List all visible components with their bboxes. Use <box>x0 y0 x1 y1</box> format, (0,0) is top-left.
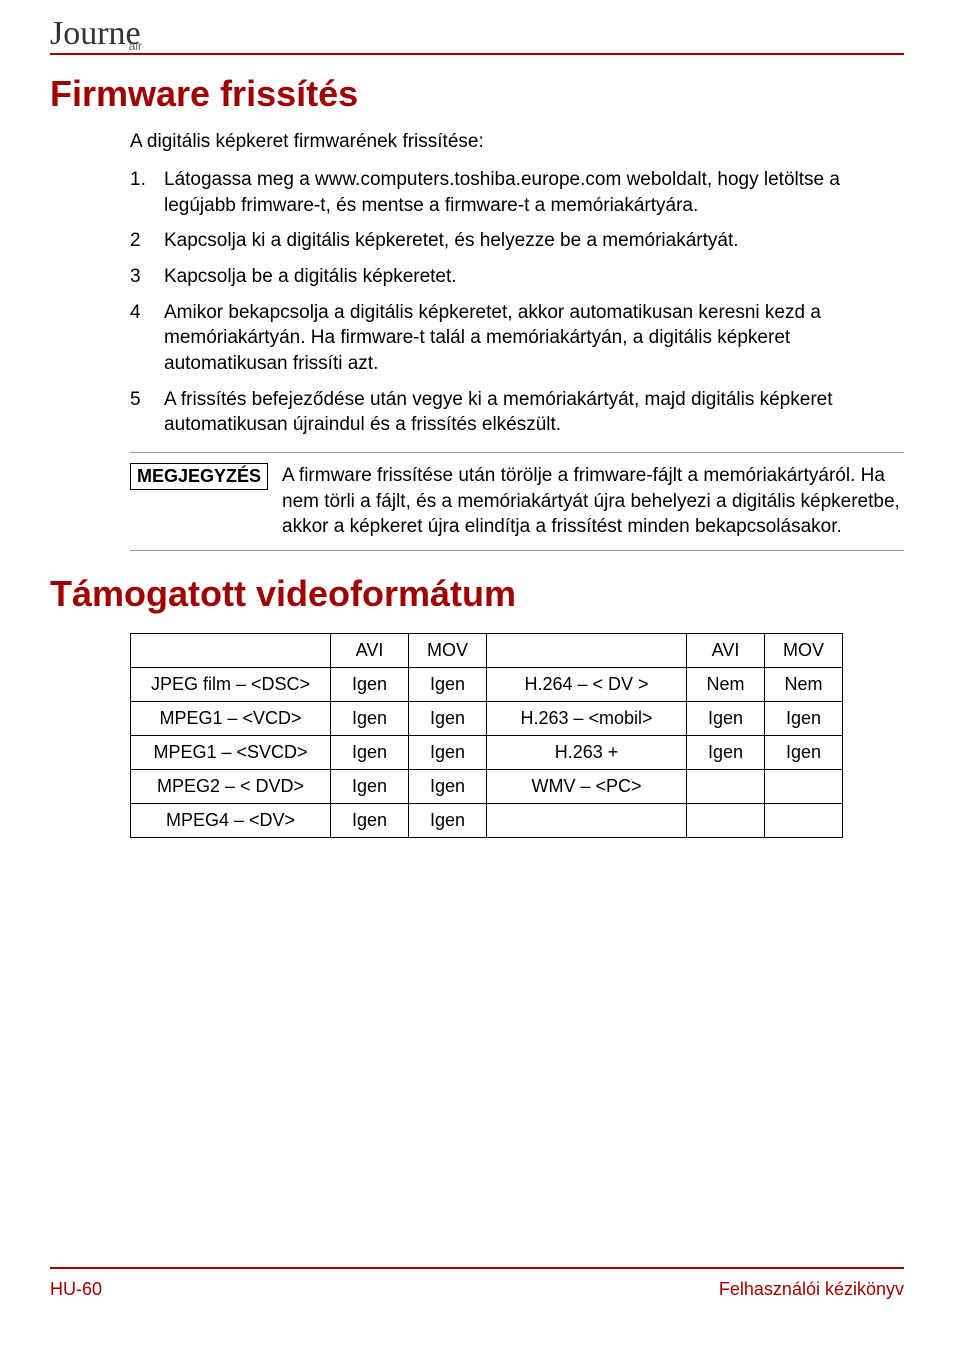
table-cell <box>687 803 765 837</box>
table-cell <box>487 803 687 837</box>
table-cell: Igen <box>687 735 765 769</box>
step-number: 4 <box>130 300 164 377</box>
table-cell: Nem <box>687 667 765 701</box>
step-text: Látogassa meg a www.computers.toshiba.eu… <box>164 167 904 218</box>
step-number: 1. <box>130 167 164 218</box>
table-header: MOV <box>409 633 487 667</box>
table-row: JPEG film – <DSC> Igen Igen H.264 – < DV… <box>131 667 843 701</box>
section-title-firmware: Firmware frissítés <box>50 73 904 115</box>
step-item: 1.Látogassa meg a www.computers.toshiba.… <box>130 167 904 218</box>
step-number: 3 <box>130 264 164 290</box>
video-format-table-wrap: AVI MOV AVI MOV JPEG film – <DSC> Igen I… <box>130 633 904 838</box>
table-header <box>487 633 687 667</box>
table-cell: JPEG film – <DSC> <box>131 667 331 701</box>
table-cell: MPEG1 – <SVCD> <box>131 735 331 769</box>
table-cell: Igen <box>331 735 409 769</box>
firmware-intro: A digitális képkeret firmwarének frissít… <box>130 131 904 153</box>
step-number: 5 <box>130 387 164 438</box>
table-row: MPEG1 – <VCD> Igen Igen H.263 – <mobil> … <box>131 701 843 735</box>
section-title-videoformat: Támogatott videoformátum <box>50 573 904 615</box>
footer-page-number: HU-60 <box>50 1279 102 1300</box>
table-cell: MPEG4 – <DV> <box>131 803 331 837</box>
note-text: A firmware frissítése után törölje a fri… <box>282 463 904 540</box>
table-cell: Igen <box>687 701 765 735</box>
logo-sub: air <box>129 39 142 53</box>
table-cell: Igen <box>331 803 409 837</box>
table-cell: Igen <box>765 701 843 735</box>
step-text: A frissítés befejeződése után vegye ki a… <box>164 387 904 438</box>
table-cell: MPEG2 – < DVD> <box>131 769 331 803</box>
table-cell: Igen <box>409 735 487 769</box>
footer-manual-title: Felhasználói kézikönyv <box>719 1279 904 1300</box>
table-row: MPEG1 – <SVCD> Igen Igen H.263 + Igen Ig… <box>131 735 843 769</box>
page-footer: HU-60 Felhasználói kézikönyv <box>50 1267 904 1300</box>
table-cell: Igen <box>409 667 487 701</box>
page-header: Journe air <box>50 20 904 55</box>
table-cell: WMV – <PC> <box>487 769 687 803</box>
firmware-steps: 1.Látogassa meg a www.computers.toshiba.… <box>130 167 904 438</box>
table-cell: Igen <box>409 701 487 735</box>
table-header: MOV <box>765 633 843 667</box>
table-cell: Igen <box>331 667 409 701</box>
step-number: 2 <box>130 228 164 254</box>
table-header: AVI <box>687 633 765 667</box>
step-item: 5A frissítés befejeződése után vegye ki … <box>130 387 904 438</box>
table-cell: Igen <box>765 735 843 769</box>
table-cell: Nem <box>765 667 843 701</box>
table-cell: Igen <box>331 701 409 735</box>
step-item: 2Kapcsolja ki a digitális képkeretet, és… <box>130 228 904 254</box>
step-item: 4Amikor bekapcsolja a digitális képkeret… <box>130 300 904 377</box>
table-cell: Igen <box>409 803 487 837</box>
table-header: AVI <box>331 633 409 667</box>
table-cell: H.264 – < DV > <box>487 667 687 701</box>
table-cell: Igen <box>331 769 409 803</box>
video-format-table: AVI MOV AVI MOV JPEG film – <DSC> Igen I… <box>130 633 843 838</box>
table-cell: H.263 + <box>487 735 687 769</box>
logo-main: Journe <box>50 20 141 47</box>
table-header-row: AVI MOV AVI MOV <box>131 633 843 667</box>
step-text: Kapcsolja be a digitális képkeretet. <box>164 264 457 290</box>
table-cell: MPEG1 – <VCD> <box>131 701 331 735</box>
step-item: 3Kapcsolja be a digitális képkeretet. <box>130 264 904 290</box>
table-cell: Igen <box>409 769 487 803</box>
table-header <box>131 633 331 667</box>
table-cell <box>765 769 843 803</box>
table-cell <box>687 769 765 803</box>
table-cell <box>765 803 843 837</box>
step-text: Amikor bekapcsolja a digitális képkerete… <box>164 300 904 377</box>
note-block: MEGJEGYZÉS A firmware frissítése után tö… <box>130 452 904 551</box>
table-cell: H.263 – <mobil> <box>487 701 687 735</box>
step-text: Kapcsolja ki a digitális képkeretet, és … <box>164 228 739 254</box>
table-row: MPEG2 – < DVD> Igen Igen WMV – <PC> <box>131 769 843 803</box>
table-row: MPEG4 – <DV> Igen Igen <box>131 803 843 837</box>
note-label: MEGJEGYZÉS <box>130 463 268 490</box>
